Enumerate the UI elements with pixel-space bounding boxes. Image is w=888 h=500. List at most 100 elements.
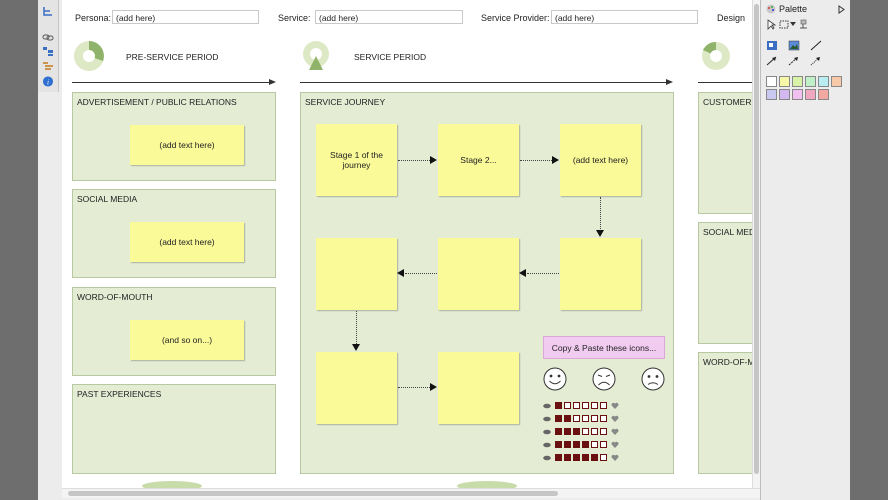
- image-tool-icon[interactable]: [788, 40, 800, 51]
- horizontal-scroll-thumb[interactable]: [68, 491, 558, 496]
- color-swatch[interactable]: [792, 89, 803, 100]
- rating-square: [582, 441, 589, 448]
- info-icon[interactable]: i: [42, 76, 54, 87]
- past-experiences-title: PAST EXPERIENCES: [77, 389, 162, 399]
- rating-square: [564, 441, 571, 448]
- arrowhead-down: [352, 344, 360, 351]
- post-social-media-box[interactable]: SOCIAL MED: [698, 222, 752, 344]
- pre-service-phase-icon: [74, 41, 104, 71]
- palette-header: Palette: [765, 2, 845, 16]
- svg-text:i: i: [47, 78, 49, 87]
- arrow-tool-icon[interactable]: [766, 55, 778, 66]
- color-swatch[interactable]: [805, 89, 816, 100]
- rating-square: [591, 441, 598, 448]
- collapse-arrow-icon[interactable]: [838, 5, 845, 14]
- customer-feedback-box[interactable]: CUSTOMER F: [698, 92, 752, 214]
- rating-square: [573, 441, 580, 448]
- connector: [527, 273, 559, 274]
- rating-scale[interactable]: [543, 428, 623, 436]
- format-painter-icon[interactable]: [798, 19, 810, 30]
- journey-stage-4[interactable]: [560, 238, 641, 310]
- sticky-note[interactable]: (add text here): [130, 125, 244, 165]
- dotted-arrow-tool-icon[interactable]: [810, 55, 822, 66]
- connector: [600, 197, 601, 229]
- arrowhead-right: [430, 156, 437, 164]
- service-label: Service:: [278, 13, 311, 23]
- color-swatch[interactable]: [792, 76, 803, 87]
- word-of-mouth-title: WORD-OF-MOUTH: [77, 292, 153, 302]
- link-icon[interactable]: [42, 32, 54, 43]
- post-social-media-title: SOCIAL MED: [703, 227, 752, 237]
- persona-field[interactable]: (add here): [112, 10, 259, 24]
- rating-square: [600, 428, 607, 435]
- unhappy-face-icon[interactable]: [641, 367, 665, 391]
- social-media-box[interactable]: SOCIAL MEDIA (add text here): [72, 189, 276, 278]
- palette-title: Palette: [779, 4, 808, 14]
- service-field[interactable]: (add here): [315, 10, 463, 24]
- tree-icon[interactable]: [42, 6, 54, 17]
- advertisement-box[interactable]: ADVERTISEMENT / PUBLIC RELATIONS (add te…: [72, 92, 276, 181]
- arrowhead-right: [552, 156, 559, 164]
- hierarchy-icon[interactable]: [42, 61, 54, 72]
- color-swatch[interactable]: [779, 89, 790, 100]
- shape-tool-icon[interactable]: [766, 40, 778, 51]
- rating-scale[interactable]: [543, 402, 623, 410]
- happy-face-icon[interactable]: [543, 367, 567, 391]
- journey-stage-7[interactable]: [316, 352, 397, 424]
- rating-square: [564, 428, 571, 435]
- heart-icon: [611, 428, 619, 435]
- rating-square: [600, 415, 607, 422]
- journey-stage-2[interactable]: Stage 2...: [438, 124, 519, 196]
- journey-stage-5[interactable]: [438, 238, 519, 310]
- color-swatch[interactable]: [831, 76, 842, 87]
- horizontal-scrollbar[interactable]: [62, 488, 760, 498]
- outline-icon[interactable]: [42, 46, 54, 57]
- rating-square: [564, 402, 571, 409]
- word-of-mouth-box[interactable]: WORD-OF-MOUTH (and so on...): [72, 287, 276, 376]
- rating-scale[interactable]: [543, 454, 623, 462]
- palette-icon: [766, 4, 776, 14]
- service-provider-field[interactable]: (add here): [551, 10, 698, 24]
- diagram-canvas[interactable]: Persona: (add here) Service: (add here) …: [62, 0, 752, 488]
- journey-stage-1[interactable]: Stage 1 of the journey: [316, 124, 397, 196]
- connector: [398, 387, 430, 388]
- left-toolstrip: i: [38, 0, 59, 92]
- customer-feedback-title: CUSTOMER F: [703, 97, 752, 107]
- color-swatch[interactable]: [818, 89, 829, 100]
- journey-stage-6[interactable]: [316, 238, 397, 310]
- sticky-note[interactable]: (add text here): [130, 222, 244, 262]
- storm-cloud-icon: [543, 416, 551, 422]
- color-swatch[interactable]: [766, 76, 777, 87]
- dashed-arrow-tool-icon[interactable]: [788, 55, 800, 66]
- journey-stage-3[interactable]: (add text here): [560, 124, 641, 196]
- color-swatch[interactable]: [805, 76, 816, 87]
- line-tool-icon[interactable]: [810, 40, 822, 51]
- storm-cloud-icon: [543, 429, 551, 435]
- rating-scale[interactable]: [543, 415, 623, 423]
- sad-face-icon[interactable]: [592, 367, 616, 391]
- sticky-note[interactable]: (and so on...): [130, 320, 244, 360]
- select-arrow-icon[interactable]: [766, 19, 778, 30]
- bottom-shape: [457, 481, 517, 488]
- persona-label: Persona:: [75, 13, 112, 23]
- post-word-of-mouth-box[interactable]: WORD-OF-M: [698, 352, 752, 474]
- color-swatch[interactable]: [818, 76, 829, 87]
- heart-icon: [611, 415, 619, 422]
- past-experiences-box[interactable]: PAST EXPERIENCES: [72, 384, 276, 474]
- color-swatch[interactable]: [766, 89, 777, 100]
- journey-stage-8[interactable]: [438, 352, 519, 424]
- color-swatch[interactable]: [779, 76, 790, 87]
- rating-square: [555, 454, 562, 461]
- service-phase-title: SERVICE PERIOD: [354, 52, 427, 62]
- copy-paste-note[interactable]: Copy & Paste these icons...: [543, 336, 665, 359]
- rating-scale[interactable]: [543, 441, 623, 449]
- service-arrowhead: [666, 79, 673, 85]
- service-timeline: [300, 82, 666, 83]
- arrowhead-left: [397, 269, 404, 277]
- storm-cloud-icon: [543, 455, 551, 461]
- advertisement-title: ADVERTISEMENT / PUBLIC RELATIONS: [77, 97, 237, 107]
- dropdown-arrow-icon[interactable]: [790, 21, 796, 27]
- storm-cloud-icon: [543, 403, 551, 409]
- vertical-scroll-thumb[interactable]: [754, 4, 759, 474]
- rating-square: [582, 454, 589, 461]
